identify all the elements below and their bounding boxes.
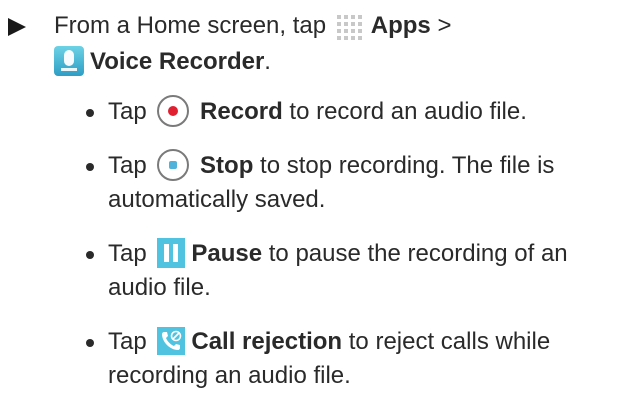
- tap-word: Tap: [108, 152, 147, 179]
- bullet-dot: [86, 339, 94, 347]
- record-icon: [157, 94, 190, 127]
- tap-word: Tap: [108, 240, 147, 267]
- tap-word: Tap: [108, 98, 147, 125]
- stop-description-cont: automatically saved.: [108, 186, 326, 213]
- list-item-record: Tap Record to record an audio file.: [86, 94, 626, 129]
- pause-label: Pause: [191, 240, 263, 267]
- voice-recorder-icon: [54, 45, 84, 76]
- bullet-dot: [86, 109, 94, 117]
- step-line-1: From a Home screen, tap Apps >: [54, 8, 614, 44]
- call-rejection-description: to reject calls while: [348, 328, 551, 355]
- record-label: Record: [200, 98, 283, 125]
- call-rejection-description-cont: recording an audio file.: [108, 362, 351, 389]
- stop-label: Stop: [200, 152, 254, 179]
- bullet-dot: [86, 163, 94, 171]
- call-rejection-icon: [157, 326, 186, 355]
- pause-description: to pause the recording of an: [268, 240, 568, 267]
- record-description: to record an audio file.: [289, 98, 527, 125]
- pause-icon: [157, 237, 186, 268]
- app-name: Voice Recorder: [90, 48, 265, 75]
- instruction-page: From a Home screen, tap Apps > Voice Rec…: [0, 0, 638, 406]
- apps-label: Apps: [370, 12, 431, 39]
- app-suffix: .: [264, 48, 271, 75]
- stop-description: to stop recording. The file is: [260, 152, 555, 179]
- step-prefix: From a Home screen, tap: [54, 12, 327, 39]
- tap-word: Tap: [108, 328, 147, 355]
- list-item-stop: Tap Stop to stop recording. The file is …: [86, 148, 626, 217]
- step-separator: >: [437, 12, 452, 39]
- bullet-list: Tap Record to record an audio file. Tap …: [86, 94, 626, 413]
- stop-icon: [157, 148, 190, 181]
- step-line-2: Voice Recorder.: [54, 44, 271, 80]
- step-arrow-icon: [8, 18, 26, 36]
- pause-description-cont: audio file.: [108, 274, 211, 301]
- call-rejection-label: Call rejection: [191, 328, 343, 355]
- apps-grid-icon: [336, 14, 367, 40]
- bullet-dot: [86, 251, 94, 259]
- list-item-pause: Tap Pause to pause the recording of an a…: [86, 237, 626, 305]
- list-item-call-rejection: Tap Call rejection to reject calls while…: [86, 325, 626, 393]
